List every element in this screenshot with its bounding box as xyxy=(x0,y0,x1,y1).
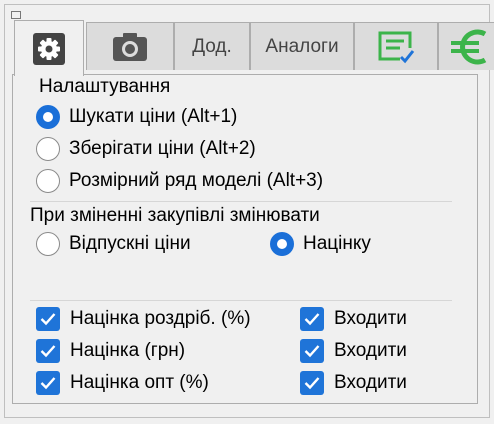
checkbox-markup-uah-label: Націнка (грн) xyxy=(70,340,186,361)
camera-icon xyxy=(113,32,147,61)
corner-mark-icon xyxy=(11,11,21,19)
tab-euro[interactable] xyxy=(438,22,494,70)
separator xyxy=(30,201,452,202)
radio-search-prices-label: Шукати ціни (Alt+1) xyxy=(69,106,238,127)
settings-group-title: Налаштування xyxy=(36,76,174,98)
checkmark-icon xyxy=(40,377,56,390)
checkmark-icon xyxy=(304,345,320,358)
tab-checklist[interactable] xyxy=(354,22,438,70)
checkbox-include-retail[interactable]: Входити xyxy=(300,307,407,331)
tab-settings[interactable] xyxy=(14,20,84,76)
radio-markup[interactable]: Націнку xyxy=(270,232,371,256)
radio-search-prices-indicator[interactable] xyxy=(36,105,60,129)
radio-markup-label: Націнку xyxy=(303,233,371,254)
purchase-change-title: При зміненні закупівлі змінювати xyxy=(30,205,320,226)
checkbox-include-retail-label: Входити xyxy=(334,308,407,329)
checkbox-markup-uah[interactable]: Націнка (грн) xyxy=(36,339,185,363)
radio-retail-prices-label: Відпускні ціни xyxy=(69,233,191,254)
radio-save-prices[interactable]: Зберігати ціни (Alt+2) xyxy=(36,137,256,161)
tab-analogs[interactable]: Аналоги xyxy=(250,22,354,70)
tab-strip: Дод. Аналоги xyxy=(12,20,494,76)
checkbox-include-uah-label: Входити xyxy=(334,340,407,361)
tab-additional[interactable]: Дод. xyxy=(174,22,250,70)
radio-retail-prices-indicator[interactable] xyxy=(36,232,60,256)
tab-additional-label: Дод. xyxy=(192,35,232,57)
tab-analogs-label: Аналоги xyxy=(265,35,339,57)
radio-save-prices-label: Зберігати ціни (Alt+2) xyxy=(69,138,256,159)
euro-icon xyxy=(451,29,487,64)
checkmark-icon xyxy=(304,313,320,326)
checkbox-include-retail-box[interactable] xyxy=(300,307,324,331)
checkmark-icon xyxy=(304,377,320,390)
radio-size-range-label: Розмірний ряд моделі (Alt+3) xyxy=(69,170,324,191)
radio-size-range[interactable]: Розмірний ряд моделі (Alt+3) xyxy=(36,169,323,193)
checkbox-include-wholesale-box[interactable] xyxy=(300,371,324,395)
checkbox-markup-retail[interactable]: Націнка роздріб. (%) xyxy=(36,307,251,331)
checkmark-icon xyxy=(40,313,56,326)
checklist-icon xyxy=(378,31,415,63)
checkbox-include-uah-box[interactable] xyxy=(300,339,324,363)
tab-camera[interactable] xyxy=(86,22,174,70)
radio-markup-indicator[interactable] xyxy=(270,232,294,256)
checkbox-markup-uah-box[interactable] xyxy=(36,339,60,363)
checkbox-markup-retail-box[interactable] xyxy=(36,307,60,331)
radio-search-prices[interactable]: Шукати ціни (Alt+1) xyxy=(36,105,237,129)
gear-icon xyxy=(33,32,65,65)
checkbox-include-wholesale[interactable]: Входити xyxy=(300,371,407,395)
checkbox-markup-wholesale-box[interactable] xyxy=(36,371,60,395)
checkbox-markup-retail-label: Націнка роздріб. (%) xyxy=(70,308,251,329)
separator xyxy=(30,300,452,301)
checkbox-include-wholesale-label: Входити xyxy=(334,372,407,393)
radio-save-prices-indicator[interactable] xyxy=(36,137,60,161)
checkbox-markup-wholesale[interactable]: Націнка опт (%) xyxy=(36,371,209,395)
checkmark-icon xyxy=(40,345,56,358)
checkbox-include-uah[interactable]: Входити xyxy=(300,339,407,363)
radio-retail-prices[interactable]: Відпускні ціни xyxy=(36,232,191,256)
radio-size-range-indicator[interactable] xyxy=(36,169,60,193)
checkbox-markup-wholesale-label: Націнка опт (%) xyxy=(70,372,209,393)
